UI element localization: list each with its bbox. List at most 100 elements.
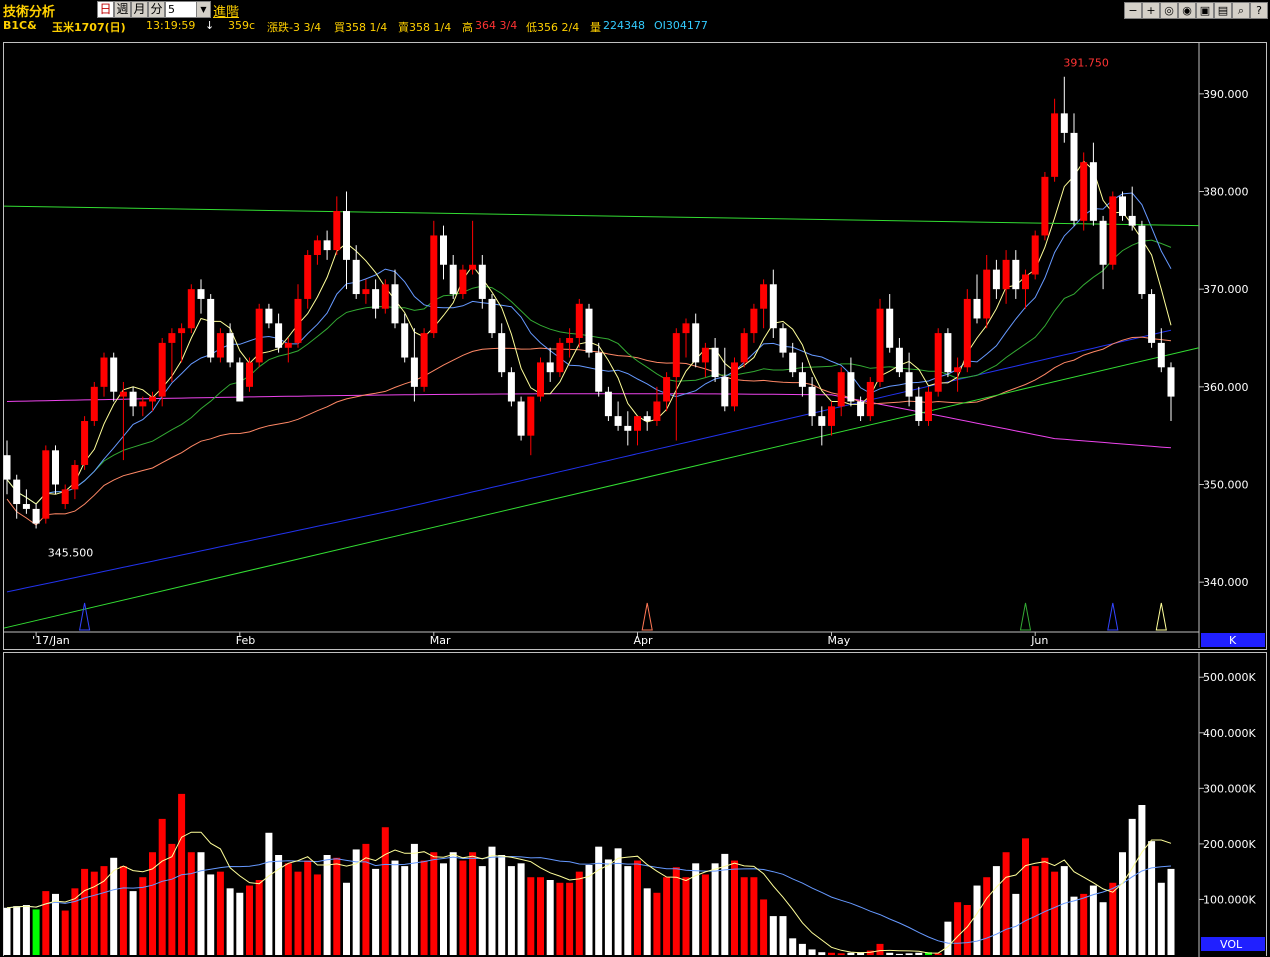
candle-body <box>110 357 118 392</box>
candle-body <box>197 289 205 299</box>
candle-body <box>672 333 680 378</box>
volume-bar <box>1080 893 1088 955</box>
candle-body <box>546 362 554 373</box>
volume-bar <box>1041 857 1049 955</box>
volume-bar <box>187 852 195 955</box>
volume-bar <box>750 877 758 955</box>
candle-body <box>255 308 263 363</box>
candle-body <box>81 421 89 465</box>
volume-bar <box>3 907 11 955</box>
volume-bar <box>197 852 205 955</box>
candle-body <box>362 289 370 295</box>
volume-bar <box>498 855 506 955</box>
candle-body <box>90 386 98 422</box>
candle-body <box>178 328 186 334</box>
candle-body <box>537 362 544 397</box>
volume-bar <box>614 848 622 955</box>
candle-body <box>915 396 923 422</box>
volume-bar <box>246 885 253 955</box>
volume-bar <box>42 891 50 955</box>
signal-marker-icon <box>78 602 91 631</box>
candle-body <box>333 211 341 251</box>
candle-body <box>934 333 942 392</box>
volume-bar <box>566 882 574 955</box>
signal-marker-icon <box>641 602 653 631</box>
chart-canvas: 340.000 350.000 360.000 370.000 380.000 390.0… <box>3 43 1265 957</box>
candle-body <box>1022 274 1029 290</box>
volume-bar <box>81 868 89 955</box>
candle-body <box>585 308 593 353</box>
candle-body <box>1109 196 1117 265</box>
volume-bar <box>430 852 438 955</box>
candle-body <box>52 450 59 485</box>
candle-body <box>905 372 913 397</box>
candle-body <box>527 396 535 436</box>
month-tick-label: Mar <box>430 634 451 647</box>
price-tick-label: 380.000 <box>1203 186 1249 199</box>
candle-body <box>381 284 389 309</box>
volume-axis-tag-label: VOL <box>1220 938 1243 951</box>
candle-body <box>42 450 50 519</box>
candle-body <box>343 211 350 260</box>
candle-body <box>168 333 176 343</box>
ma120-line <box>6 329 1172 593</box>
volume-bar <box>663 877 671 955</box>
volume-tick-label: 300.000K <box>1203 782 1256 795</box>
volume-bar <box>798 943 806 955</box>
candle-body <box>139 401 147 407</box>
month-tick-label: May <box>828 634 851 647</box>
candle-body <box>1089 162 1097 221</box>
volume-bar <box>110 857 118 955</box>
volume-bar <box>585 865 593 955</box>
month-tick-label: Feb <box>236 634 255 647</box>
volume-bar <box>323 855 331 955</box>
candle-body <box>973 298 981 319</box>
candle-body <box>769 284 777 329</box>
volume-bar <box>721 853 729 955</box>
price-annotation: 391.750 <box>1063 57 1109 70</box>
candle-body <box>149 396 156 402</box>
volume-bar <box>488 846 496 955</box>
candle-body <box>498 333 506 373</box>
price-annotation: 345.500 <box>48 546 94 559</box>
volume-bar <box>527 877 535 955</box>
candle-body <box>32 508 40 524</box>
candle-body <box>313 240 321 255</box>
volume-tick-label: 200.000K <box>1203 838 1256 851</box>
candle-body <box>895 347 903 373</box>
candle-body <box>207 298 215 358</box>
candle-body <box>614 416 622 426</box>
candle-body <box>352 259 360 295</box>
volume-bar <box>149 852 156 955</box>
volume-bar <box>226 888 234 955</box>
volume-bar <box>333 857 341 955</box>
month-tick-label: '17/Jan <box>32 634 70 647</box>
ma240-line <box>6 393 1172 449</box>
volume-bar <box>90 871 98 955</box>
candle-body <box>100 357 108 387</box>
candle-body <box>595 352 603 392</box>
candle-body <box>992 269 1000 290</box>
volume-tick-label: 500.000K <box>1203 671 1256 684</box>
volume-bar <box>1109 882 1117 955</box>
volume-bar <box>207 874 215 955</box>
candle-body <box>682 323 690 334</box>
volume-bar <box>731 860 738 955</box>
candle-body <box>1080 162 1088 221</box>
candle-body <box>459 269 467 295</box>
candle-body <box>1148 294 1156 343</box>
candle-body <box>1138 225 1146 295</box>
volume-bar <box>372 868 380 955</box>
candle-body <box>983 269 991 319</box>
candle-body <box>798 372 806 387</box>
volume-bar <box>469 852 477 955</box>
volume-bar <box>604 859 612 955</box>
volume-bar <box>653 892 661 955</box>
price-tick-label: 340.000 <box>1203 576 1249 589</box>
volume-bar <box>575 871 583 955</box>
volume-bar <box>100 866 108 955</box>
candle-body <box>294 298 302 343</box>
candle-body <box>478 264 486 299</box>
volume-bar <box>1119 852 1126 955</box>
volume-bar <box>537 877 544 955</box>
